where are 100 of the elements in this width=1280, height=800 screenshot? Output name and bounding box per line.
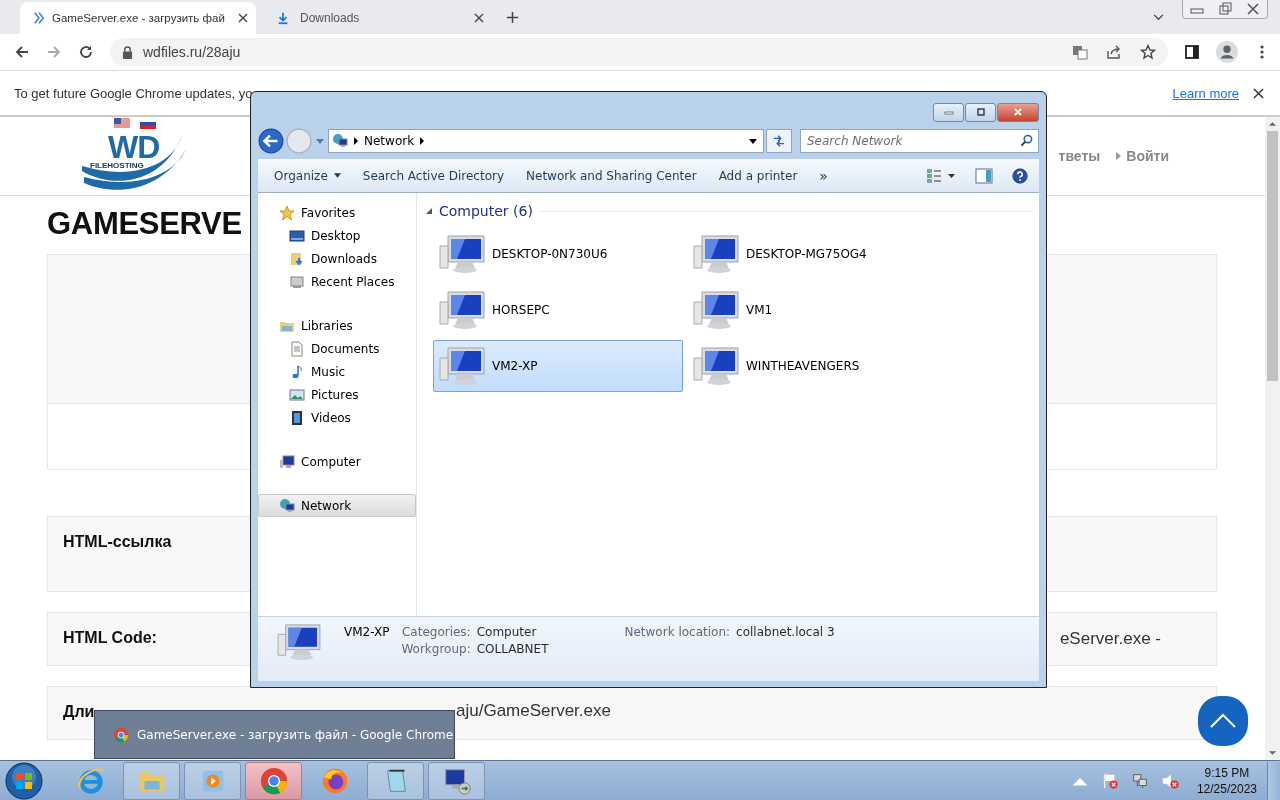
computer-icon (276, 623, 322, 661)
double-chevron-icon (32, 11, 46, 25)
learn-more-link[interactable]: Learn more (1172, 85, 1239, 101)
document-icon (289, 340, 305, 357)
star-icon[interactable] (1140, 44, 1156, 60)
row-label: Дли (63, 703, 96, 722)
minimize-button[interactable] (933, 102, 964, 122)
back-icon[interactable] (14, 44, 30, 60)
nav-link[interactable]: Войти (1116, 147, 1169, 164)
chevron-down-icon[interactable] (1153, 13, 1164, 21)
preview-title: GameServer.exe - загрузить файл - Google Chrome (137, 727, 454, 742)
toolbar-button[interactable]: Search Active Directory (354, 164, 513, 187)
nav-item[interactable]: Videos (258, 406, 416, 429)
dropdown-icon (333, 173, 341, 178)
desktop-icon (289, 227, 305, 244)
nav-link[interactable]: тветы (1058, 147, 1101, 164)
nav-item[interactable]: Network (258, 494, 416, 517)
help-icon[interactable] (1011, 167, 1029, 184)
browser-tab[interactable]: Downloads (260, 2, 492, 34)
reload-icon[interactable] (78, 44, 94, 60)
details-label: Network location: (624, 625, 731, 639)
toolbar-button[interactable]: Organize (266, 164, 349, 187)
row-value: eServer.exe - (1059, 629, 1161, 649)
new-tab-icon[interactable] (506, 10, 519, 24)
nav-item[interactable]: Documents (258, 337, 416, 360)
device-item[interactable]: DESKTOP-MG75OG4 (687, 228, 937, 280)
computer-icon (438, 346, 486, 386)
network-icon[interactable] (1130, 771, 1149, 790)
nav-item[interactable]: Libraries (258, 314, 416, 337)
device-item[interactable]: DESKTOP-0N730U6 (433, 228, 683, 280)
row-label: HTML Code: (63, 629, 158, 648)
browser-tab[interactable]: GameServer.exe - загрузить фай (20, 2, 256, 34)
search-field[interactable]: Search Network (800, 129, 1039, 153)
details-value: collabnet.local 3 (736, 625, 835, 639)
star-icon (279, 204, 295, 221)
picture-icon (289, 386, 305, 403)
network-icon (279, 497, 295, 514)
nav-item[interactable]: Pictures (258, 383, 416, 406)
scroll-up-icon[interactable] (1268, 121, 1277, 127)
computer-icon (438, 290, 486, 330)
site-logo[interactable]: WD FILEHOSTING (80, 129, 190, 194)
update-message: To get future Google Chrome updates, yo (14, 85, 253, 101)
taskbar-button[interactable] (245, 761, 302, 800)
translate-icon[interactable] (1072, 44, 1088, 60)
details-value: Computer (476, 625, 538, 639)
address-field[interactable]: Network (328, 129, 764, 153)
close-button[interactable] (997, 102, 1039, 122)
back-button[interactable] (258, 128, 284, 154)
nav-item[interactable]: Favorites (258, 201, 416, 224)
close-icon[interactable] (238, 13, 248, 23)
view-options-icon[interactable] (925, 167, 957, 184)
group-header[interactable]: Computer (6) (439, 203, 533, 219)
address-bar[interactable]: wdfiles.ru/28aju (110, 38, 1168, 66)
computer-icon (692, 290, 740, 330)
device-item[interactable]: WINTHEAVENGERS (687, 340, 937, 392)
search-icon (1020, 134, 1033, 147)
nav-item[interactable]: Recent Places (258, 270, 416, 293)
device-item[interactable]: HORSEPC (433, 284, 683, 336)
window-controls[interactable] (1182, 0, 1268, 19)
scroll-down-icon[interactable] (1268, 750, 1277, 756)
nav-item[interactable]: Downloads (258, 247, 416, 270)
nav-item[interactable]: Computer (258, 450, 416, 473)
scroll-to-top-button[interactable] (1198, 696, 1248, 746)
download-icon (276, 11, 290, 25)
profile-icon[interactable] (1216, 41, 1238, 63)
share-icon[interactable] (1106, 44, 1122, 60)
scrollbar[interactable] (1265, 117, 1280, 760)
close-icon[interactable] (1253, 87, 1264, 99)
minimize-icon (942, 108, 955, 116)
computer-icon (438, 234, 486, 274)
row-value: aju/GameServer.exe (456, 701, 611, 722)
maximize-button[interactable] (965, 102, 996, 122)
refresh-icon (772, 135, 786, 147)
start-button[interactable] (4, 760, 44, 800)
device-item[interactable]: VM1 (687, 284, 937, 336)
close-icon[interactable] (474, 13, 484, 23)
toolbar-button[interactable]: Network and Sharing Center (518, 164, 705, 187)
clock[interactable]: 9:15 PM 12/25/2023 (1196, 764, 1257, 797)
network-icon (332, 133, 348, 149)
side-panel-icon[interactable] (1184, 44, 1200, 60)
computer-icon (692, 234, 740, 274)
details-name: VM2-XP (344, 625, 390, 639)
taskbar-preview[interactable]: GameServer.exe - загрузить файл - Google Chrome (94, 710, 455, 759)
dropdown-icon[interactable] (749, 138, 757, 144)
recent-places-icon (289, 273, 305, 290)
collapse-icon[interactable] (425, 207, 433, 215)
details-value: COLLABNET (476, 642, 549, 656)
triangle-icon (420, 137, 425, 145)
scroll-thumb[interactable] (1267, 131, 1278, 381)
row-label: HTML-ссылка (63, 533, 173, 552)
taskbar-button[interactable] (428, 761, 485, 800)
nav-item[interactable]: Music (258, 360, 416, 383)
flag-icon[interactable] (114, 118, 130, 130)
details-label: Workgroup: (401, 642, 471, 656)
toolbar-button[interactable]: Add a printer (710, 164, 806, 187)
preview-pane-icon[interactable] (975, 167, 993, 184)
more-button[interactable]: » (811, 163, 836, 188)
device-item[interactable]: VM2-XP (433, 340, 683, 392)
nav-item[interactable]: Desktop (258, 224, 416, 247)
refresh-button[interactable] (766, 129, 792, 153)
